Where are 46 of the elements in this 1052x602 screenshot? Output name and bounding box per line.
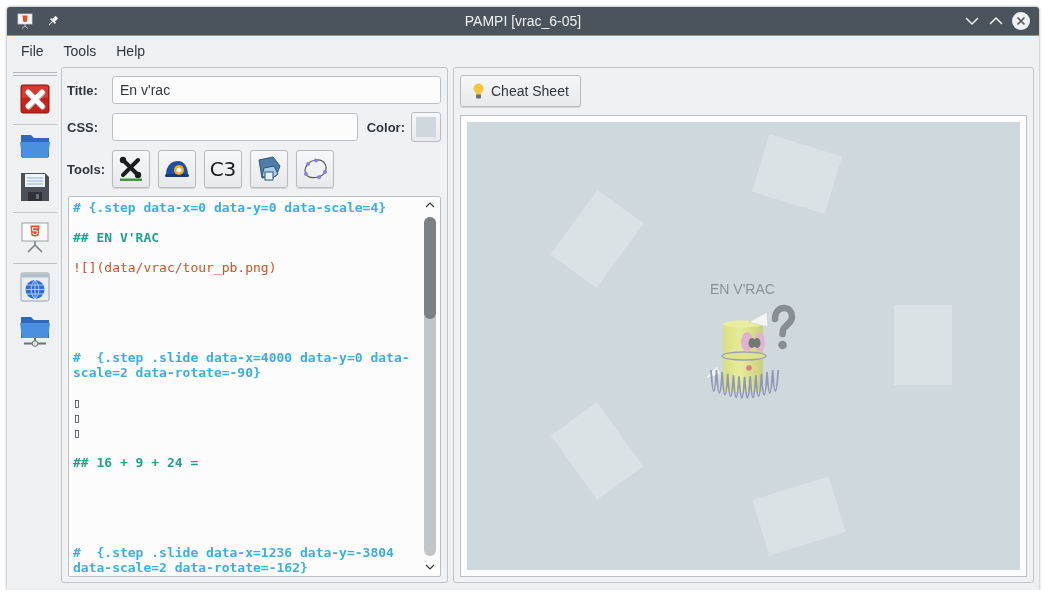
polygons-icon	[256, 156, 282, 182]
pin-icon[interactable]	[47, 15, 59, 27]
tool-button[interactable]: C3	[204, 150, 242, 188]
scroll-down-icon[interactable]	[425, 564, 435, 570]
close-icon[interactable]	[20, 84, 50, 114]
code-line: # {.step .slide data-x=4000 data-y=0 data-scale=2 data-rotate=-90}	[73, 350, 411, 380]
field-label: Color:	[366, 119, 405, 135]
window-title: PAMPI [vrac_6-05]	[464, 13, 582, 29]
presentation-board-icon[interactable]	[20, 221, 50, 253]
field-label: CSS:	[67, 119, 100, 135]
field-label: Title:	[67, 82, 99, 98]
save-icon[interactable]	[20, 172, 50, 202]
code-line: ![](data/vrac/tour_pb.png)	[73, 260, 278, 275]
toolbar-handle[interactable]	[13, 72, 57, 76]
ellipse-points-icon	[302, 158, 328, 180]
presentation-board-icon	[17, 13, 33, 29]
tool-button[interactable]	[112, 150, 150, 188]
slide-heading: EN V'RAC	[710, 281, 775, 297]
folder-icon[interactable]	[19, 133, 51, 159]
cheat-sheet-button[interactable]: Cheat Sheet	[460, 75, 581, 107]
code-line: # {.step .slide data-x=1236 data-y=-3804 data-scale=2 data-rotate=-162}	[73, 545, 395, 575]
code-line: ▯	[73, 410, 82, 425]
code-line: ## EN V'RAC	[73, 230, 161, 245]
globe-window-icon[interactable]	[20, 272, 50, 302]
scrollbar-track[interactable]	[424, 217, 436, 556]
lightbulb-icon	[473, 83, 484, 99]
code-line: ▯	[73, 395, 82, 410]
minimize-icon[interactable]	[964, 16, 980, 26]
css-field[interactable]	[112, 113, 358, 141]
cap-icon	[164, 159, 190, 179]
code-line: # {.step data-x=0 data-y=0 data-scale=4}	[73, 200, 388, 215]
maximize-icon[interactable]	[988, 16, 1004, 26]
code-line: ▯	[73, 425, 82, 440]
scrollbar-thumb[interactable]	[424, 217, 436, 319]
network-folder-icon[interactable]	[19, 315, 51, 347]
tool-button[interactable]	[158, 150, 196, 188]
menu-item[interactable]: Help	[106, 43, 156, 59]
crossed-tools-icon	[118, 156, 144, 182]
scroll-up-icon[interactable]	[425, 202, 435, 208]
tool-button[interactable]	[250, 150, 288, 188]
field-label: Tools:	[67, 161, 107, 177]
code-line: ## 16 + 9 + 24 =	[73, 455, 200, 470]
menu-item[interactable]: Tools	[53, 43, 107, 59]
close-icon[interactable]	[1012, 12, 1030, 30]
menu-item[interactable]: File	[11, 43, 54, 59]
title-field[interactable]: En v'rac	[112, 76, 441, 104]
